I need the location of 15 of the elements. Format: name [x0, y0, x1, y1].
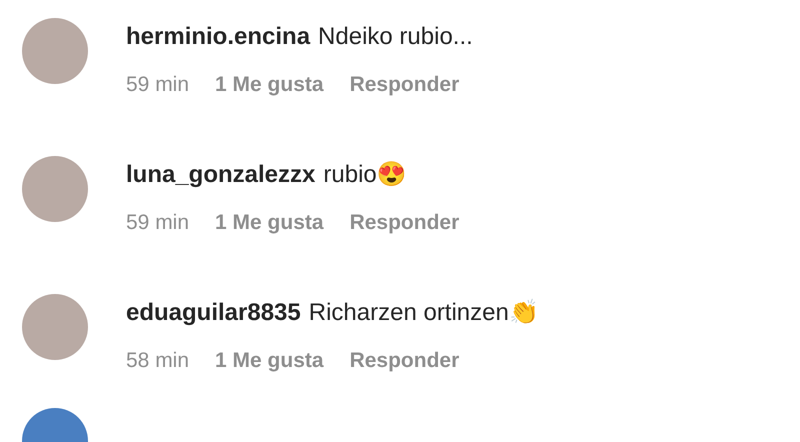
comment-text: Ndeiko rubio...	[318, 22, 473, 52]
comment-text: Richarzen ortinzen👏	[308, 298, 539, 328]
reply-button[interactable]: Responder	[350, 72, 460, 98]
comment-time: 58 min	[126, 348, 190, 374]
comment-time: 59 min	[126, 72, 190, 98]
comment-text: rubio😍	[323, 160, 407, 190]
likes-link[interactable]: 1 Me gusta	[215, 72, 324, 98]
likes-link[interactable]: 1 Me gusta	[215, 348, 324, 374]
reply-button[interactable]: Responder	[350, 348, 460, 374]
likes-link[interactable]: 1 Me gusta	[215, 210, 324, 236]
username[interactable]: luna_gonzalezzx	[126, 160, 316, 190]
reply-button[interactable]: Responder	[350, 210, 460, 236]
username[interactable]: eduaguilar8835	[126, 298, 301, 328]
comment-time: 59 min	[126, 210, 190, 236]
username[interactable]: herminio.encina	[126, 22, 310, 52]
